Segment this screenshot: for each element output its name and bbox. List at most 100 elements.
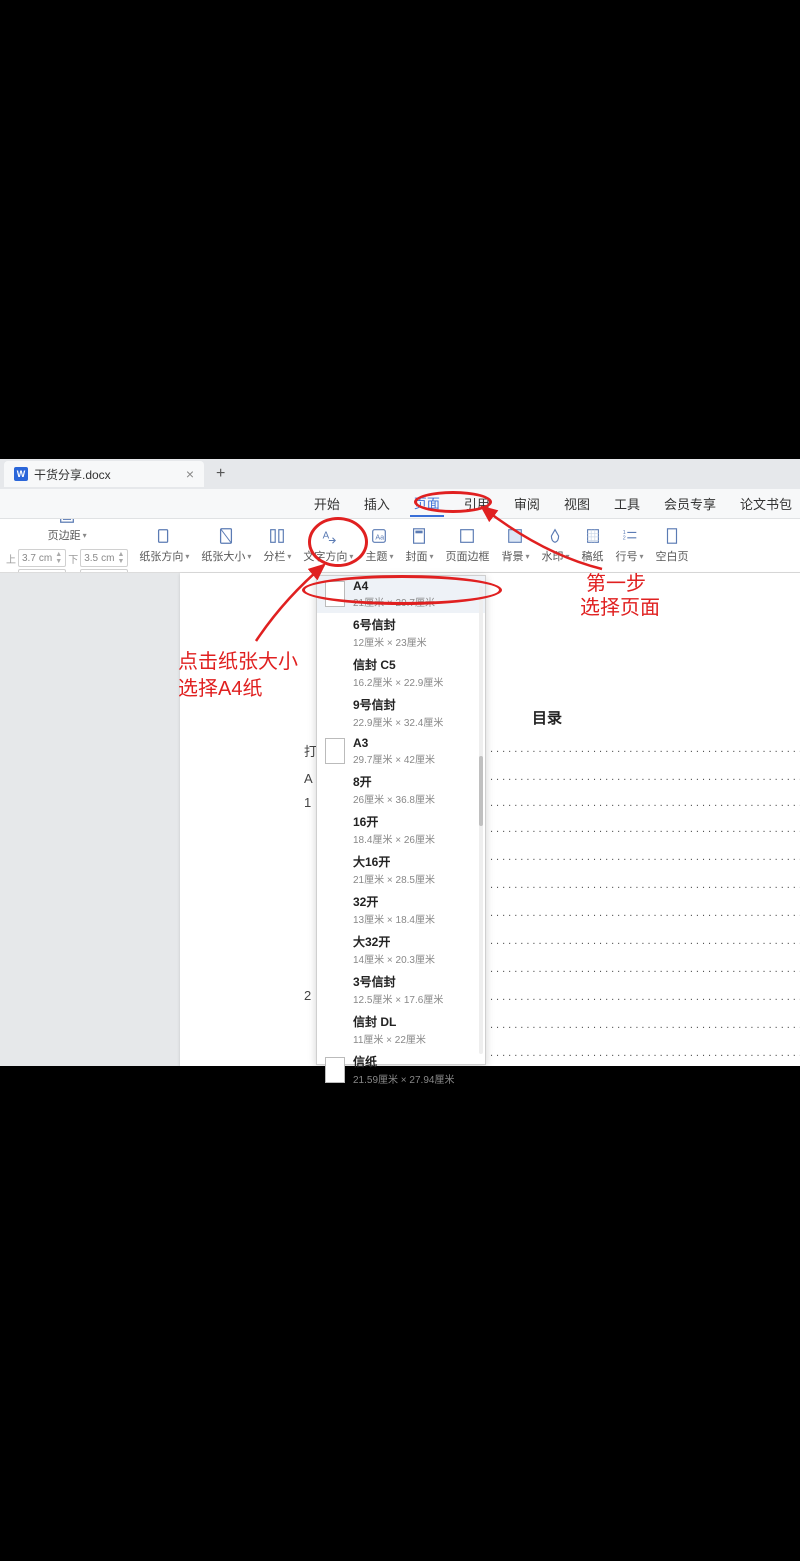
paper-size-option[interactable]: 8开26厘米 × 36.8厘米 (317, 770, 485, 810)
page-border-button[interactable]: 页面边框 (440, 523, 494, 569)
menu-item-2[interactable]: 页面 (410, 490, 444, 517)
paper-size-option-name: 32开 (353, 893, 435, 910)
paper-size-option[interactable]: 32开13厘米 × 18.4厘米 (317, 890, 485, 930)
manuscript-button[interactable]: 稿纸 (577, 523, 609, 569)
paper-size-option-dim: 11厘米 × 22厘米 (353, 1031, 426, 1046)
paper-size-option-dim: 18.4厘米 × 26厘米 (353, 831, 435, 846)
toc-leader-dots: ........................................… (490, 797, 800, 811)
tab-close-button[interactable]: × (186, 466, 194, 482)
menu-bar: 开始插入页面引用审阅视图工具会员专享论文书包 (0, 489, 800, 519)
paper-size-option-name: 大32开 (353, 933, 435, 950)
doc-text-fragment: A (304, 771, 313, 786)
paper-size-option[interactable]: 大32开14厘米 × 20.3厘米 (317, 930, 485, 970)
menu-item-5[interactable]: 视图 (560, 491, 594, 516)
new-tab-button[interactable]: + (216, 465, 225, 483)
line-number-icon: 12 (621, 527, 639, 545)
orientation-label: 纸张方向 (139, 548, 183, 564)
paper-size-option-name: 信封 C5 (353, 656, 443, 673)
paper-size-option[interactable]: 信封 C516.2厘米 × 22.9厘米 (317, 653, 485, 693)
paper-size-button[interactable]: 纸张大小 (196, 523, 256, 569)
background-button[interactable]: 背景 (496, 523, 534, 569)
blank-page-label: 空白页 (656, 548, 689, 564)
paper-size-dropdown: A421厘米 × 29.7厘米6号信封12厘米 × 23厘米信封 C516.2厘… (316, 575, 486, 1065)
page-margins-group: 页边距 上 3.7cm▲▼ 下 3.5cm▲▼ 左 2.8cm▲▼ 右 2.6c… (2, 519, 132, 572)
blank-page-button[interactable]: 空白页 (651, 523, 694, 569)
text-direction-button[interactable]: A 文字方向 (298, 523, 358, 569)
watermark-button[interactable]: 水印 (536, 523, 574, 569)
paper-size-option-name: 8开 (353, 773, 435, 790)
paper-size-option-dim: 21厘米 × 28.5厘米 (353, 871, 435, 886)
menu-item-7[interactable]: 会员专享 (660, 491, 720, 516)
paper-size-option[interactable]: 信纸21.59厘米 × 27.94厘米 (317, 1050, 485, 1090)
cover-button[interactable]: 封面 (400, 523, 438, 569)
paper-size-option-dim: 21厘米 × 29.7厘米 (353, 594, 435, 609)
columns-label: 分栏 (263, 548, 285, 564)
line-number-button[interactable]: 12 行号 (611, 523, 649, 569)
toc-leader-dots: ........................................… (490, 935, 800, 949)
paper-size-option-name: 3号信封 (353, 973, 443, 990)
doc-text-fragment: 2 (304, 988, 311, 1003)
paper-size-option[interactable]: 6号信封12厘米 × 23厘米 (317, 613, 485, 653)
cover-label: 封面 (405, 548, 427, 564)
menu-item-0[interactable]: 开始 (310, 491, 344, 516)
page-border-icon (458, 527, 476, 545)
toc-leader-dots: ........................................… (490, 851, 800, 865)
orientation-button[interactable]: 纸张方向 (134, 523, 194, 569)
toc-leader-dots: ........................................… (490, 743, 800, 757)
paper-size-option-dim: 22.9厘米 × 32.4厘米 (353, 714, 443, 729)
paper-size-option-name: 信封 DL (353, 1013, 426, 1030)
dropdown-scrollbar[interactable] (479, 586, 483, 1054)
page-icon (325, 1057, 345, 1083)
document-tab[interactable]: W 干货分享.docx × (4, 461, 204, 487)
margin-bottom-input[interactable]: 3.5cm▲▼ (80, 549, 128, 567)
paper-size-option[interactable]: 信封 DL11厘米 × 22厘米 (317, 1010, 485, 1050)
paper-size-option[interactable]: 16开18.4厘米 × 26厘米 (317, 810, 485, 850)
paper-size-option-dim: 12.5厘米 × 17.6厘米 (353, 991, 443, 1006)
theme-icon: Aa (370, 527, 388, 545)
toc-leader-dots: ........................................… (490, 907, 800, 921)
document-tab-title: 干货分享.docx (34, 466, 111, 483)
theme-button[interactable]: Aa 主题 (360, 523, 398, 569)
text-direction-icon: A (319, 527, 337, 545)
toc-leader-dots: ........................................… (490, 879, 800, 893)
margin-bottom-label: 下 (68, 551, 78, 566)
paper-size-option-name: 信纸 (353, 1053, 454, 1070)
paper-size-option[interactable]: 3号信封12.5厘米 × 17.6厘米 (317, 970, 485, 1010)
menu-item-1[interactable]: 插入 (360, 491, 394, 516)
manuscript-icon (584, 527, 602, 545)
paper-size-option[interactable]: 大16开21厘米 × 28.5厘米 (317, 850, 485, 890)
page-border-label: 页面边框 (445, 548, 489, 564)
toc-title: 目录 (532, 707, 562, 728)
paper-size-option[interactable]: A329.7厘米 × 42厘米 (317, 733, 485, 770)
toc-leader-dots: ........................................… (490, 1019, 800, 1033)
word-doc-icon: W (14, 467, 28, 481)
menu-item-4[interactable]: 审阅 (510, 491, 544, 516)
menu-item-6[interactable]: 工具 (610, 491, 644, 516)
paper-size-option-dim: 26厘米 × 36.8厘米 (353, 791, 435, 806)
svg-text:A: A (323, 531, 330, 542)
menu-item-3[interactable]: 引用 (460, 491, 494, 516)
paper-size-option-name: 9号信封 (353, 696, 443, 713)
paper-size-icon (217, 527, 235, 545)
paper-size-option[interactable]: A421厘米 × 29.7厘米 (317, 576, 485, 613)
columns-button[interactable]: 分栏 (258, 523, 296, 569)
watermark-icon (546, 527, 564, 545)
columns-icon (268, 527, 286, 545)
toc-leader-dots: ........................................… (490, 963, 800, 977)
paper-size-option-dim: 16.2厘米 × 22.9厘米 (353, 674, 443, 689)
line-number-label: 行号 (616, 548, 638, 564)
background-icon (506, 527, 524, 545)
toc-leader-dots: ........................................… (490, 1047, 800, 1061)
theme-label: 主题 (365, 548, 387, 564)
paper-size-option-name: 6号信封 (353, 616, 427, 633)
margin-top-input[interactable]: 3.7cm▲▼ (18, 549, 66, 567)
page-margins-button[interactable]: 页边距 (43, 519, 92, 545)
paper-size-label: 纸张大小 (201, 548, 245, 564)
menu-item-8[interactable]: 论文书包 (736, 491, 796, 516)
background-label: 背景 (501, 548, 523, 564)
orientation-icon (155, 527, 173, 545)
paper-size-option[interactable]: 9号信封22.9厘米 × 32.4厘米 (317, 693, 485, 733)
paper-size-option-dim: 12厘米 × 23厘米 (353, 634, 427, 649)
document-page: 目录 .....................................… (180, 573, 800, 1066)
page-margins-icon (58, 519, 76, 524)
